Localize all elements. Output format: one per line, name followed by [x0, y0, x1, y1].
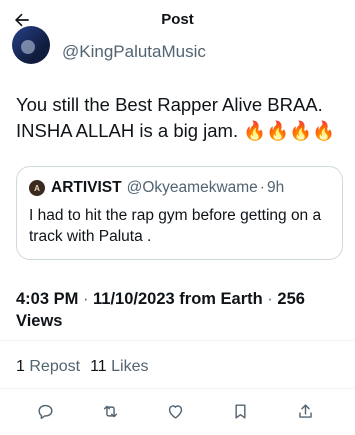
views-count: 256	[277, 290, 305, 308]
divider	[0, 340, 355, 341]
heart-icon	[168, 404, 182, 419]
reply-button[interactable]	[33, 399, 57, 423]
views-label: Views	[16, 312, 63, 330]
reply-icon	[37, 404, 53, 419]
bookmark-icon	[234, 403, 246, 419]
quote-author-handle: @Okyeamekwame	[126, 179, 258, 196]
quote-author-name: ARTIVIST	[51, 179, 122, 196]
quoted-tweet[interactable]: A ARTIVIST @Okyeamekwame · 9h I had to h…	[16, 166, 343, 260]
quote-text: I had to hit the rap gym before getting …	[29, 207, 322, 245]
likes-count: 11	[90, 358, 107, 375]
like-button[interactable]	[163, 399, 187, 423]
likes-link[interactable]: 11 Likes	[90, 358, 148, 376]
avatar[interactable]	[12, 26, 50, 64]
post-location: from Earth	[174, 290, 263, 308]
meta-separator: ·	[262, 290, 278, 308]
quote-avatar: A	[29, 180, 45, 196]
reposts-label: Repost	[29, 358, 81, 375]
meta-separator: ·	[78, 290, 94, 308]
tweet-text: You still the Best Rapper Alive BRAA. IN…	[16, 92, 346, 144]
divider	[0, 388, 355, 389]
reposts-link[interactable]: 1 Repost	[16, 358, 80, 376]
action-bar	[0, 396, 355, 426]
post-date: 11/10/2023	[93, 290, 175, 308]
author-row[interactable]: @KingPalutaMusic	[12, 26, 206, 68]
repost-button[interactable]	[98, 399, 122, 423]
author-handle[interactable]: @KingPalutaMusic	[62, 42, 206, 62]
share-button[interactable]	[293, 399, 317, 423]
quote-timestamp: 9h	[266, 179, 285, 196]
tweet-line-1: You still the Best Rapper Alive BRAA.	[16, 94, 323, 115]
likes-label: Likes	[111, 358, 149, 375]
engagement-stats: 1 Repost 11 Likes	[16, 358, 148, 376]
reposts-count: 1	[16, 358, 25, 375]
repost-icon	[103, 405, 117, 417]
post-metadata: 4:03 PM · 11/10/2023 from Earth · 256 Vi…	[16, 288, 346, 332]
top-bar: Post	[0, 0, 355, 40]
tweet-line-2: INSHA ALLAH is a big jam. 🔥🔥🔥🔥	[16, 120, 336, 141]
share-icon	[298, 403, 312, 418]
quote-separator: ·	[259, 179, 265, 196]
page-title: Post	[161, 11, 194, 28]
quote-header: A ARTIVIST @Okyeamekwame · 9h	[29, 179, 284, 197]
post-time: 4:03 PM	[16, 290, 79, 308]
bookmark-button[interactable]	[228, 399, 252, 423]
